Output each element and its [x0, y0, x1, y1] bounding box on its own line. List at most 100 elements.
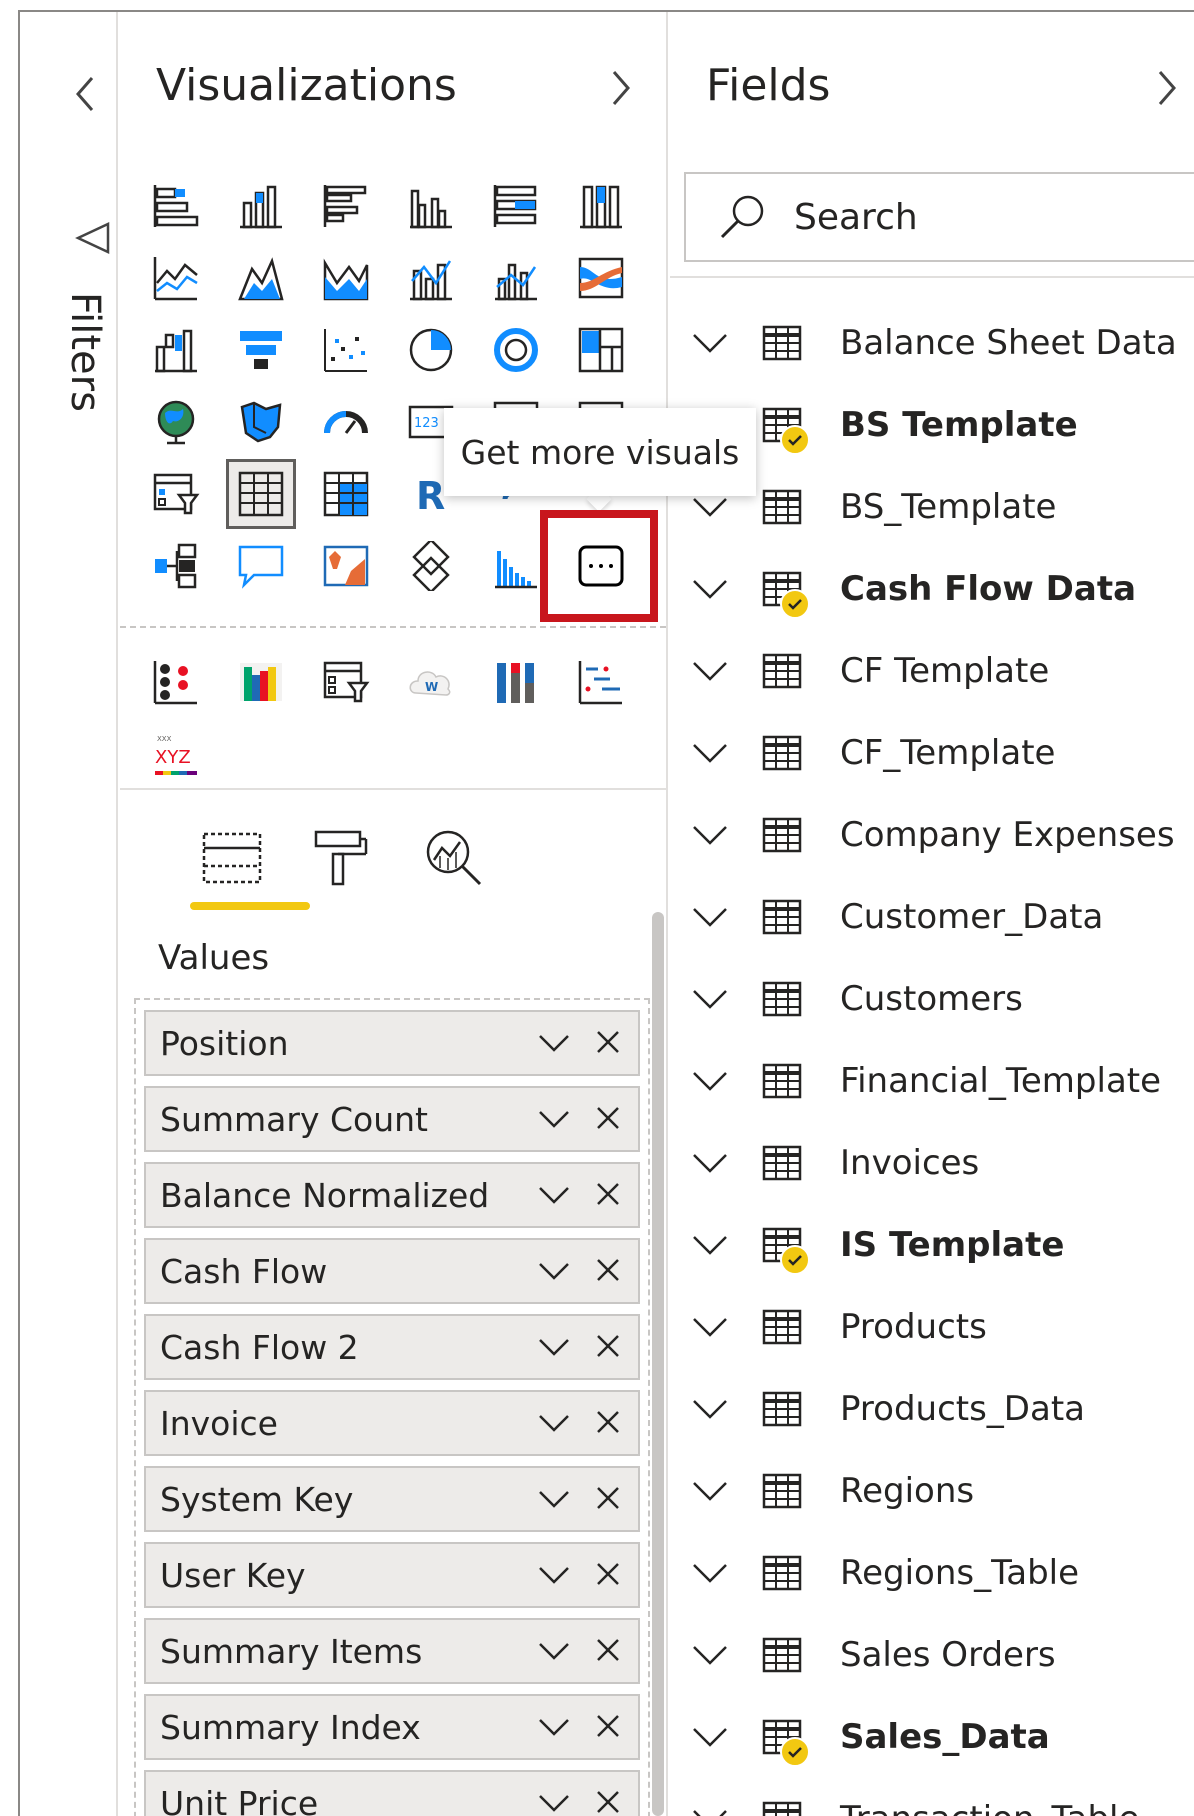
field-table-row[interactable]: Transaction_Table [680, 1778, 1194, 1816]
value-field-pill[interactable]: Summary Count [144, 1086, 640, 1152]
field-table-row[interactable]: Invoices [680, 1122, 1194, 1204]
power-apps-visual-icon[interactable] [484, 534, 548, 598]
remove-field-close-icon[interactable] [588, 1782, 628, 1816]
chevron-down-icon[interactable] [534, 1554, 574, 1594]
chevron-down-icon[interactable] [534, 1402, 574, 1442]
value-field-pill[interactable]: User Key [144, 1542, 640, 1608]
remove-field-close-icon[interactable] [588, 1098, 628, 1138]
q-and-a-icon[interactable] [229, 534, 293, 598]
clustered-bar-chart-icon[interactable] [314, 174, 378, 238]
chevron-down-icon[interactable] [534, 1478, 574, 1518]
value-field-pill[interactable]: Cash Flow [144, 1238, 640, 1304]
expand-chevron-icon[interactable] [688, 731, 732, 775]
field-table-row[interactable]: Products_Data [680, 1368, 1194, 1450]
remove-field-close-icon[interactable] [588, 1402, 628, 1442]
stacked-area-chart-icon[interactable] [314, 246, 378, 310]
fields-search-input[interactable]: Search [684, 172, 1194, 262]
field-table-row[interactable]: Sales_Data [680, 1696, 1194, 1778]
area-chart-icon[interactable] [229, 246, 293, 310]
field-table-row[interactable]: Regions_Table [680, 1532, 1194, 1614]
expand-chevron-icon[interactable] [688, 1797, 732, 1816]
chevron-down-icon[interactable] [534, 1630, 574, 1670]
collapse-visualizations-chevron-icon[interactable] [606, 66, 636, 120]
expand-chevron-icon[interactable] [688, 1305, 732, 1349]
line-and-stacked-column-chart-icon[interactable] [399, 246, 463, 310]
field-table-row[interactable]: Balance Sheet Data [680, 302, 1194, 384]
remove-field-close-icon[interactable] [588, 1478, 628, 1518]
treemap-icon[interactable] [569, 318, 633, 382]
filled-map-icon[interactable] [229, 390, 293, 454]
chevron-down-icon[interactable] [534, 1174, 574, 1214]
table-visual-icon[interactable] [226, 459, 296, 529]
expand-chevron-icon[interactable] [688, 1223, 732, 1267]
field-table-row[interactable]: Sales Orders [680, 1614, 1194, 1696]
100-stacked-column-chart-icon[interactable] [569, 174, 633, 238]
field-table-row[interactable]: Financial_Template [680, 1040, 1194, 1122]
slicer-icon[interactable] [144, 462, 208, 526]
field-table-row[interactable]: Customers [680, 958, 1194, 1040]
expand-chevron-icon[interactable] [688, 1141, 732, 1185]
fields-tab[interactable] [196, 822, 268, 894]
field-table-row[interactable]: Customer_Data [680, 876, 1194, 958]
line-chart-icon[interactable] [144, 246, 208, 310]
analytics-tab[interactable] [418, 822, 490, 894]
matrix-icon[interactable] [314, 462, 378, 526]
funnel-chart-icon[interactable] [229, 318, 293, 382]
chevron-down-icon[interactable] [534, 1250, 574, 1290]
field-table-row[interactable]: Regions [680, 1450, 1194, 1532]
field-table-row[interactable]: IS Template [680, 1204, 1194, 1286]
expand-filters-chevron-icon[interactable] [70, 72, 100, 123]
stacked-column-chart-icon[interactable] [229, 174, 293, 238]
expand-chevron-icon[interactable] [688, 895, 732, 939]
filters-label[interactable]: Filters [62, 292, 108, 412]
collapse-fields-chevron-icon[interactable] [1152, 66, 1182, 120]
paginated-report-icon[interactable] [399, 534, 463, 598]
donut-chart-icon[interactable] [484, 318, 548, 382]
chevron-down-icon[interactable] [534, 1706, 574, 1746]
value-field-pill[interactable]: Summary Items [144, 1618, 640, 1684]
expand-chevron-icon[interactable] [688, 649, 732, 693]
custom-word-cloud-icon[interactable]: W [399, 650, 463, 714]
value-field-pill[interactable]: Unit Price [144, 1770, 640, 1816]
chevron-down-icon[interactable] [534, 1326, 574, 1366]
field-table-row[interactable]: Products [680, 1286, 1194, 1368]
value-field-pill[interactable]: Position [144, 1010, 640, 1076]
pie-chart-icon[interactable] [399, 318, 463, 382]
field-table-row[interactable]: BS Template [680, 384, 1194, 466]
value-field-pill[interactable]: Invoice [144, 1390, 640, 1456]
decomposition-tree-icon[interactable] [144, 534, 208, 598]
custom-stacked-bars-icon[interactable] [484, 650, 548, 714]
expand-chevron-icon[interactable] [688, 813, 732, 857]
chevron-down-icon[interactable] [534, 1098, 574, 1138]
field-table-row[interactable]: CF Template [680, 630, 1194, 712]
custom-gantt-icon[interactable] [569, 650, 633, 714]
remove-field-close-icon[interactable] [588, 1554, 628, 1594]
chevron-down-icon[interactable] [534, 1022, 574, 1062]
expand-chevron-icon[interactable] [688, 1551, 732, 1595]
remove-field-close-icon[interactable] [588, 1250, 628, 1290]
waterfall-chart-icon[interactable] [144, 318, 208, 382]
expand-chevron-icon[interactable] [688, 1633, 732, 1677]
remove-field-close-icon[interactable] [588, 1630, 628, 1670]
map-icon[interactable] [144, 390, 208, 454]
chevron-down-icon[interactable] [534, 1782, 574, 1816]
ribbon-chart-icon[interactable] [569, 246, 633, 310]
remove-field-close-icon[interactable] [588, 1022, 628, 1062]
value-field-pill[interactable]: Summary Index [144, 1694, 640, 1760]
field-table-row[interactable]: Cash Flow Data [680, 548, 1194, 630]
expand-chevron-icon[interactable] [688, 1059, 732, 1103]
custom-xyz-chart-icon[interactable]: XXX XYZ [144, 724, 208, 788]
values-scrollbar[interactable] [652, 912, 664, 1816]
field-table-row[interactable]: BS_Template [680, 466, 1194, 548]
value-field-pill[interactable]: Balance Normalized [144, 1162, 640, 1228]
expand-chevron-icon[interactable] [688, 321, 732, 365]
scatter-chart-icon[interactable] [314, 318, 378, 382]
expand-chevron-icon[interactable] [688, 1715, 732, 1759]
clustered-column-chart-icon[interactable] [399, 174, 463, 238]
value-field-pill[interactable]: Cash Flow 2 [144, 1314, 640, 1380]
remove-field-close-icon[interactable] [588, 1706, 628, 1746]
stacked-bar-chart-icon[interactable] [144, 174, 208, 238]
expand-chevron-icon[interactable] [688, 1387, 732, 1431]
value-field-pill[interactable]: System Key [144, 1466, 640, 1532]
expand-chevron-icon[interactable] [688, 977, 732, 1021]
